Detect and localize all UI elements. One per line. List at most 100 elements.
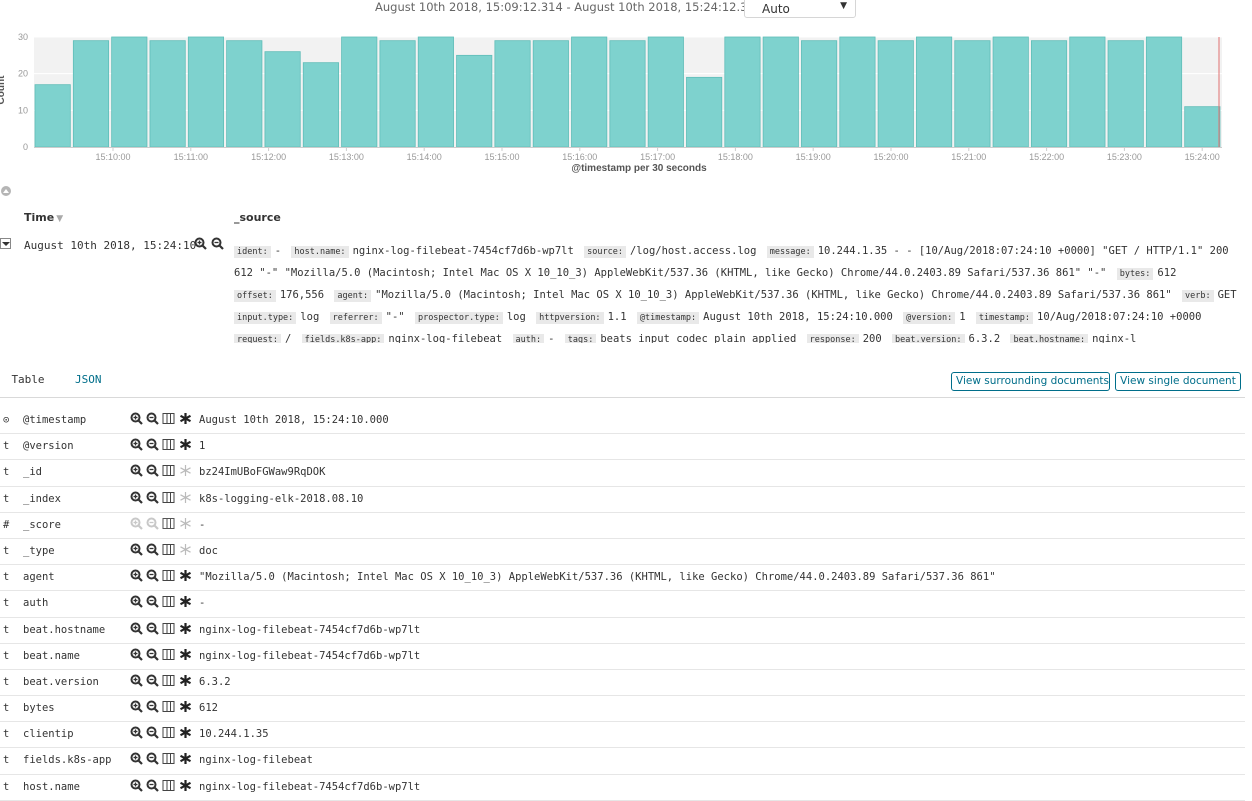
- filter-for-value-icon[interactable]: [130, 464, 143, 478]
- view-surrounding-button[interactable]: View surrounding documents: [951, 372, 1110, 391]
- filter-exists-icon[interactable]: [179, 517, 192, 530]
- row-expand-toggle[interactable]: [0, 238, 11, 249]
- tab-json[interactable]: JSON: [75, 370, 102, 398]
- filter-for-value-icon[interactable]: [130, 517, 143, 530]
- filter-out-value-icon[interactable]: [146, 622, 159, 635]
- x-tick-label: 15:12:00: [251, 152, 286, 162]
- time-column-header[interactable]: Time ▼: [24, 211, 63, 224]
- interval-select[interactable]: Auto ▼: [744, 0, 856, 18]
- filter-for-value-icon[interactable]: [130, 569, 143, 582]
- filter-exists-icon[interactable]: [179, 726, 192, 739]
- filter-exists-icon[interactable]: [179, 700, 192, 713]
- field-row: t host.name nginx-log-filebeat-7454cf7d6b-…: [0, 775, 1245, 801]
- toggle-column-icon[interactable]: [162, 517, 175, 530]
- source-field-key: fields.k8s-app:: [301, 334, 385, 343]
- sort-icon[interactable]: ▼: [56, 214, 63, 224]
- tabs-divider: [0, 397, 1245, 398]
- toggle-column-icon[interactable]: [162, 595, 175, 608]
- filter-exists-icon[interactable]: [179, 491, 192, 504]
- x-axis-label: @timestamp per 30 seconds: [571, 163, 707, 174]
- filter-out-value-icon[interactable]: [146, 464, 159, 478]
- filter-exists-icon[interactable]: [179, 752, 192, 765]
- filter-out-value-icon[interactable]: [146, 517, 159, 530]
- filter-out-value-icon[interactable]: [146, 595, 159, 609]
- filter-for-value-icon[interactable]: [130, 674, 143, 687]
- filter-out-value-icon[interactable]: [146, 438, 159, 451]
- field-row: t beat.name nginx-log-filebeat-7454cf7d6b-…: [0, 644, 1245, 670]
- filter-out-value-icon[interactable]: [146, 648, 159, 661]
- toggle-column-icon[interactable]: [162, 674, 175, 687]
- field-actions: [130, 752, 196, 768]
- field-actions: [130, 543, 196, 559]
- field-name: clientip: [23, 728, 74, 741]
- field-name: beat.hostname: [23, 623, 106, 636]
- interval-value: Auto: [762, 2, 790, 16]
- filter-out-value-icon[interactable]: [146, 491, 159, 504]
- filter-exists-icon[interactable]: [179, 412, 192, 425]
- field-actions: [130, 700, 196, 716]
- toggle-column-icon[interactable]: [162, 779, 175, 792]
- filter-for-value-icon[interactable]: [130, 622, 143, 635]
- filter-exists-icon[interactable]: [179, 569, 192, 582]
- filter-out-value-icon[interactable]: [146, 700, 159, 713]
- toggle-column-icon[interactable]: [162, 648, 175, 661]
- field-value: nginx-log-filebeat-7454cf7d6b-wp7lt: [199, 623, 421, 636]
- field-value: -: [199, 518, 206, 531]
- filter-exists-icon[interactable]: [179, 779, 192, 792]
- source-field-key: beat.version:: [892, 334, 965, 343]
- filter-out-value-icon[interactable]: [146, 569, 159, 582]
- zoom-in-icon[interactable]: [194, 237, 207, 250]
- source-field-value: -: [548, 333, 555, 343]
- filter-exists-icon[interactable]: [179, 438, 192, 451]
- toggle-column-icon[interactable]: [162, 438, 175, 451]
- filter-exists-icon[interactable]: [179, 543, 192, 556]
- histogram-bar: [1184, 106, 1221, 148]
- filter-for-value-icon[interactable]: [130, 700, 143, 713]
- source-field-value: 1.1: [607, 311, 627, 323]
- filter-exists-icon[interactable]: [179, 464, 192, 477]
- toggle-column-icon[interactable]: [162, 464, 175, 477]
- filter-exists-icon[interactable]: [179, 648, 192, 661]
- toggle-column-icon[interactable]: [162, 543, 175, 556]
- filter-for-value-icon[interactable]: [130, 752, 143, 766]
- toggle-column-icon[interactable]: [162, 412, 175, 425]
- field-row: t _index k8s-logging-elk-2018.08.10: [0, 487, 1245, 513]
- toggle-column-icon[interactable]: [162, 491, 175, 504]
- histogram-bar: [187, 36, 225, 148]
- toggle-column-icon[interactable]: [162, 569, 175, 582]
- view-single-button[interactable]: View single document: [1115, 372, 1241, 391]
- source-field-value: /log/host.access.log: [629, 245, 757, 257]
- collapse-chart-icon[interactable]: [1, 186, 11, 196]
- source-field-value: GET: [1217, 289, 1237, 301]
- filter-for-value-icon[interactable]: [130, 491, 143, 504]
- filter-for-value-icon[interactable]: [130, 595, 143, 609]
- filter-for-value-icon[interactable]: [130, 412, 143, 425]
- filter-out-value-icon[interactable]: [146, 674, 159, 687]
- filter-out-value-icon[interactable]: [146, 412, 159, 425]
- filter-out-value-icon[interactable]: [146, 543, 159, 556]
- filter-for-value-icon[interactable]: [130, 779, 143, 792]
- field-type-icon: t: [3, 728, 10, 741]
- toggle-column-icon[interactable]: [162, 700, 175, 713]
- filter-out-value-icon[interactable]: [146, 752, 159, 766]
- filter-out-value-icon[interactable]: [146, 726, 159, 740]
- filter-exists-icon[interactable]: [179, 674, 192, 687]
- field-name: beat.name: [23, 649, 80, 662]
- filter-exists-icon[interactable]: [179, 595, 192, 608]
- filter-for-value-icon[interactable]: [130, 648, 143, 661]
- filter-out-value-icon[interactable]: [146, 779, 159, 792]
- filter-for-value-icon[interactable]: [130, 438, 143, 451]
- zoom-out-icon[interactable]: [211, 237, 224, 250]
- field-value: August 10th 2018, 15:24:10.000: [199, 414, 389, 426]
- field-value: 1: [199, 440, 206, 453]
- toggle-column-icon[interactable]: [162, 752, 175, 765]
- toggle-column-icon[interactable]: [162, 726, 175, 739]
- field-name: auth: [23, 597, 49, 610]
- field-row: t auth -: [0, 591, 1245, 618]
- filter-for-value-icon[interactable]: [130, 726, 143, 740]
- source-field-value: 612: [1157, 267, 1177, 279]
- tab-table[interactable]: Table: [0, 370, 56, 400]
- filter-for-value-icon[interactable]: [130, 543, 143, 556]
- filter-exists-icon[interactable]: [179, 622, 192, 635]
- toggle-column-icon[interactable]: [162, 622, 175, 635]
